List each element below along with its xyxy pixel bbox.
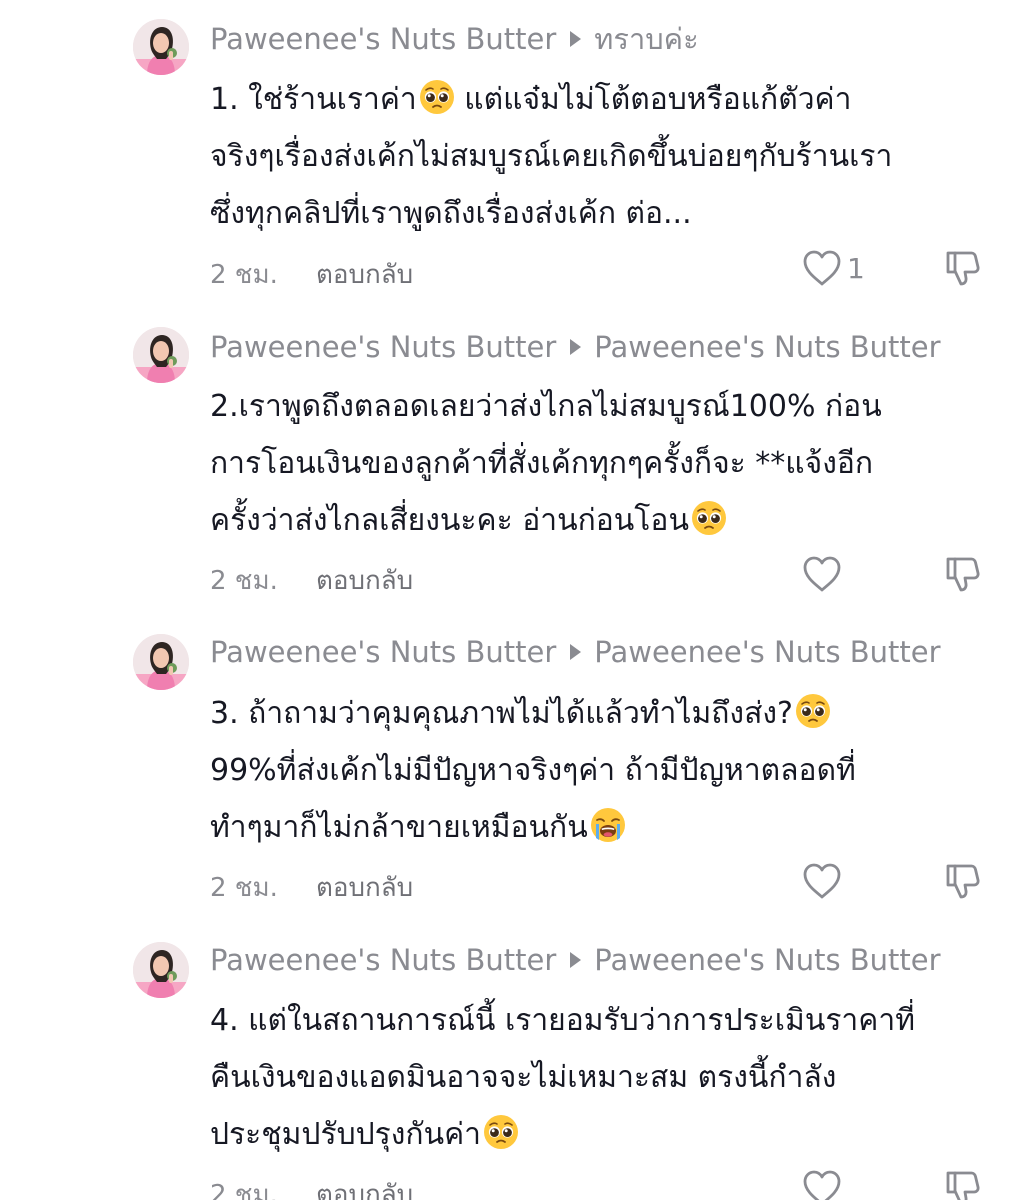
comment-header: Paweenee's Nuts Butter Paweenee's Nuts B…: [210, 940, 941, 980]
comment-footer: 2 ชม. ตอบกลับ: [0, 861, 1019, 905]
avatar[interactable]: [133, 327, 189, 383]
reply-to-name[interactable]: Paweenee's Nuts Butter: [594, 330, 940, 364]
thumbs-down-outline-icon[interactable]: [942, 861, 982, 901]
comment-footer: 2 ชม. ตอบกลับ: [0, 1168, 1019, 1200]
timestamp: 2 ชม.: [210, 873, 278, 903]
comment-line: ทำๆมาก็ไม่กล้าขายเหมือนกัน: [210, 799, 1000, 856]
thumbs-down-outline-icon[interactable]: [942, 554, 982, 594]
comment-line: ประชุมปรับปรุงกันค่า: [210, 1106, 1000, 1163]
timestamp: 2 ชม.: [210, 260, 278, 290]
comment-line: 2.เราพูดถึงตลอดเลยว่าส่งไกลไม่สมบูรณ์100…: [210, 389, 882, 424]
reply-to-name[interactable]: Paweenee's Nuts Butter: [594, 943, 940, 977]
comment-item: Paweenee's Nuts Butter Paweenee's Nuts B…: [0, 614, 1019, 914]
comment-footer: 2 ชม. ตอบกลับ: [0, 554, 1019, 598]
comment-footer: 2 ชม. ตอบกลับ 1: [0, 248, 1019, 292]
comment-line: 1. ใช่ร้านเราค่า แต่แจ๋มไม่โต้ตอบหรือแก้…: [210, 71, 1000, 128]
loudly-crying-face-emoji: [590, 807, 626, 843]
pleading-face-emoji: [691, 500, 727, 536]
comment-line: 4. แต่ในสถานการณ์นี้ เรายอมรับว่าการประเ…: [210, 1003, 915, 1038]
avatar[interactable]: [133, 19, 189, 75]
heart-outline-icon[interactable]: [801, 554, 843, 594]
play-arrow-icon: [570, 31, 582, 47]
reply-button[interactable]: ตอบกลับ: [316, 1174, 413, 1200]
heart-outline-icon[interactable]: [801, 1168, 843, 1200]
reply-button[interactable]: ตอบกลับ: [316, 560, 413, 601]
comment-header: Paweenee's Nuts Butter Paweenee's Nuts B…: [210, 327, 941, 367]
thumbs-down-outline-icon[interactable]: [942, 1168, 982, 1200]
avatar[interactable]: [133, 942, 189, 998]
reply-to-name[interactable]: Paweenee's Nuts Butter: [594, 635, 940, 669]
comment-line: คืนเงินของแอดมินอาจจะไม่เหมาะสม ตรงนี้กำ…: [210, 1060, 837, 1095]
comment-line: 99%ที่ส่งเค้กไม่มีปัญหาจริงๆค่า ถ้ามีปัญ…: [210, 753, 856, 788]
reply-button[interactable]: ตอบกลับ: [316, 254, 413, 295]
comment-line: ซึ่งทุกคลิปที่เราพูดถึงเรื่องส่งเค้ก ต่อ…: [210, 196, 692, 231]
comment-item: Paweenee's Nuts Butter Paweenee's Nuts B…: [0, 307, 1019, 607]
comment-text: 3. ถ้าถามว่าคุมคุณภาพไม่ได้แล้วทำไมถึงส่…: [210, 685, 1000, 856]
comment-header: Paweenee's Nuts Butter ทราบค่ะ: [210, 19, 699, 59]
comment-header: Paweenee's Nuts Butter Paweenee's Nuts B…: [210, 632, 941, 672]
reply-to-name[interactable]: ทราบค่ะ: [594, 16, 698, 62]
avatar[interactable]: [133, 634, 189, 690]
avatar-image: [133, 327, 189, 383]
pleading-face-emoji: [483, 1114, 519, 1150]
comment-line: การโอนเงินของลูกค้าที่สั่งเค้กทุกๆครั้งก…: [210, 446, 874, 481]
comment-text: 4. แต่ในสถานการณ์นี้ เรายอมรับว่าการประเ…: [210, 992, 1000, 1163]
comment-text: 2.เราพูดถึงตลอดเลยว่าส่งไกลไม่สมบูรณ์100…: [210, 378, 1000, 549]
author-name[interactable]: Paweenee's Nuts Butter: [210, 22, 556, 56]
heart-outline-icon[interactable]: [801, 248, 843, 288]
comment-line: จริงๆเรื่องส่งเค้กไม่สมบูรณ์เคยเกิดขึ้นบ…: [210, 139, 893, 174]
timestamp: 2 ชม.: [210, 566, 278, 596]
thumbs-down-outline-icon[interactable]: [942, 248, 982, 288]
avatar-image: [133, 942, 189, 998]
author-name[interactable]: Paweenee's Nuts Butter: [210, 330, 556, 364]
pleading-face-emoji: [419, 79, 455, 115]
comment-text: 1. ใช่ร้านเราค่า แต่แจ๋มไม่โต้ตอบหรือแก้…: [210, 71, 1000, 242]
play-arrow-icon: [570, 644, 582, 660]
pleading-face-emoji: [795, 693, 831, 729]
timestamp: 2 ชม.: [210, 1180, 278, 1200]
comment-line: 3. ถ้าถามว่าคุมคุณภาพไม่ได้แล้วทำไมถึงส่…: [210, 685, 1000, 742]
heart-outline-icon[interactable]: [801, 861, 843, 901]
comment-item: Paweenee's Nuts Butter ทราบค่ะ 1. ใช่ร้า…: [0, 0, 1019, 300]
comment-line: ครั้งว่าส่งไกลเสี่ยงนะคะ อ่านก่อนโอน: [210, 492, 1000, 549]
author-name[interactable]: Paweenee's Nuts Butter: [210, 635, 556, 669]
author-name[interactable]: Paweenee's Nuts Butter: [210, 943, 556, 977]
avatar-image: [133, 634, 189, 690]
like-count: 1: [847, 252, 865, 285]
play-arrow-icon: [570, 339, 582, 355]
comment-item: Paweenee's Nuts Butter Paweenee's Nuts B…: [0, 922, 1019, 1200]
reply-button[interactable]: ตอบกลับ: [316, 867, 413, 908]
play-arrow-icon: [570, 952, 582, 968]
avatar-image: [133, 19, 189, 75]
